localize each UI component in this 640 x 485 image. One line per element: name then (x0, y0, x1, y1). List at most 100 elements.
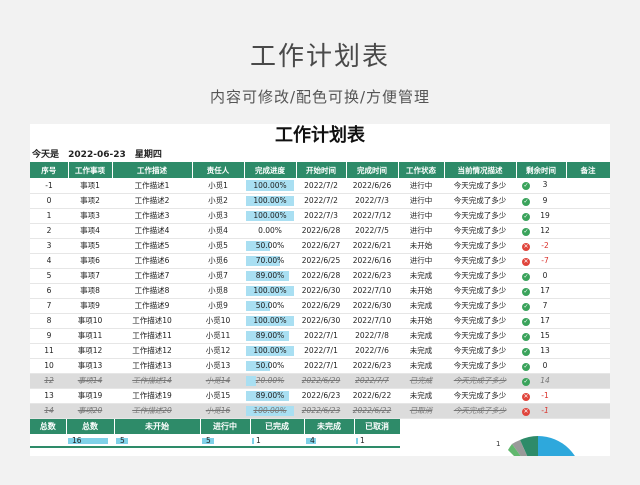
status-cell[interactable]: 未开始 (398, 283, 444, 299)
no-cell[interactable]: 0 (30, 193, 68, 209)
table-row[interactable]: -1 事项1 工作描述1 小觅1 100.00% 2022/7/2 2022/6/26 进行中… (30, 178, 610, 194)
start-cell[interactable]: 2022/6/29 (296, 298, 346, 314)
item-cell[interactable]: 事项1 (68, 178, 112, 194)
note-cell[interactable]: 今天完成了多少 (444, 388, 516, 404)
note-cell[interactable]: 今天完成了多少 (444, 298, 516, 314)
progress-cell[interactable]: 100.00% (244, 343, 296, 359)
desc-cell[interactable]: 工作描述2 (112, 193, 192, 209)
item-cell[interactable]: 事项11 (68, 328, 112, 344)
status-cell[interactable]: 进行中 (398, 193, 444, 209)
remaining-cell[interactable]: ✕ -1 (516, 388, 566, 404)
start-cell[interactable]: 2022/7/1 (296, 328, 346, 344)
item-cell[interactable]: 事项6 (68, 253, 112, 269)
remaining-cell[interactable]: ✓ 7 (516, 298, 566, 314)
desc-cell[interactable]: 工作描述19 (112, 388, 192, 404)
progress-cell[interactable]: 100.00% (244, 208, 296, 224)
note-cell[interactable]: 今天完成了多少 (444, 208, 516, 224)
column-header[interactable]: 序号 (30, 162, 69, 178)
progress-cell[interactable]: 100.00% (244, 193, 296, 209)
table-row[interactable]: 0 事项2 工作描述2 小觅2 100.00% 2022/7/2 2022/7/3 进行中 今天… (30, 193, 610, 209)
remaining-cell[interactable]: ✓ 9 (516, 193, 566, 209)
progress-cell[interactable]: 50.00% (244, 238, 296, 254)
remaining-cell[interactable]: ✓ 17 (516, 283, 566, 299)
column-header[interactable]: 完成时间 (346, 162, 399, 178)
start-cell[interactable]: 2022/6/29 (296, 373, 346, 389)
desc-cell[interactable]: 工作描述7 (112, 268, 192, 284)
start-cell[interactable]: 2022/6/23 (296, 388, 346, 404)
no-cell[interactable]: 13 (30, 388, 68, 404)
note-cell[interactable]: 今天完成了多少 (444, 373, 516, 389)
start-cell[interactable]: 2022/6/30 (296, 313, 346, 329)
end-cell[interactable]: 2022/6/23 (346, 268, 398, 284)
table-row[interactable]: 10 事项13 工作描述13 小觅13 50.00% 2022/7/1 2022/6/23 未… (30, 358, 610, 374)
end-cell[interactable]: 2022/6/21 (346, 238, 398, 254)
status-cell[interactable]: 未完成 (398, 268, 444, 284)
end-cell[interactable]: 2022/7/10 (346, 313, 398, 329)
note-cell[interactable]: 今天完成了多少 (444, 178, 516, 194)
remark-cell[interactable] (566, 223, 610, 239)
start-cell[interactable]: 2022/6/30 (296, 283, 346, 299)
remark-cell[interactable] (566, 388, 610, 404)
status-cell[interactable]: 未完成 (398, 358, 444, 374)
item-cell[interactable]: 事项7 (68, 268, 112, 284)
progress-cell[interactable]: 70.00% (244, 253, 296, 269)
end-cell[interactable]: 2022/6/23 (346, 358, 398, 374)
remaining-cell[interactable]: ✕ -1 (516, 403, 566, 419)
status-cell[interactable]: 未开始 (398, 313, 444, 329)
column-header[interactable]: 开始时间 (296, 162, 347, 178)
item-cell[interactable]: 事项3 (68, 208, 112, 224)
status-cell[interactable]: 已完成 (398, 373, 444, 389)
start-cell[interactable]: 2022/7/2 (296, 178, 346, 194)
remaining-cell[interactable]: ✓ 15 (516, 328, 566, 344)
item-cell[interactable]: 事项8 (68, 283, 112, 299)
desc-cell[interactable]: 工作描述4 (112, 223, 192, 239)
desc-cell[interactable]: 工作描述12 (112, 343, 192, 359)
status-cell[interactable]: 未完成 (398, 298, 444, 314)
remark-cell[interactable] (566, 208, 610, 224)
no-cell[interactable]: 14 (30, 403, 68, 419)
item-cell[interactable]: 事项19 (68, 388, 112, 404)
status-cell[interactable]: 进行中 (398, 178, 444, 194)
remaining-cell[interactable]: ✓ 14 (516, 373, 566, 389)
note-cell[interactable]: 今天完成了多少 (444, 328, 516, 344)
note-cell[interactable]: 今天完成了多少 (444, 238, 516, 254)
status-cell[interactable]: 未完成 (398, 388, 444, 404)
end-cell[interactable]: 2022/7/5 (346, 223, 398, 239)
no-cell[interactable]: 6 (30, 283, 68, 299)
status-cell[interactable]: 进行中 (398, 208, 444, 224)
owner-cell[interactable]: 小觅12 (192, 343, 244, 359)
owner-cell[interactable]: 小觅15 (192, 388, 244, 404)
end-cell[interactable]: 2022/6/16 (346, 253, 398, 269)
desc-cell[interactable]: 工作描述3 (112, 208, 192, 224)
start-cell[interactable]: 2022/6/27 (296, 238, 346, 254)
remark-cell[interactable] (566, 403, 610, 419)
table-row[interactable]: 7 事项9 工作描述9 小觅9 50.00% 2022/6/29 2022/6/30 未完成今… (30, 298, 610, 314)
start-cell[interactable]: 2022/7/3 (296, 208, 346, 224)
table-row[interactable]: 9 事项11 工作描述11 小觅11 89.00% 2022/7/1 2022/7/8 未完成… (30, 328, 610, 344)
owner-cell[interactable]: 小觅8 (192, 283, 244, 299)
no-cell[interactable]: -1 (30, 178, 68, 194)
table-row[interactable]: 12 事项14 工作描述14 小觅14 20.00% 2022/6/29 2022/7/7 已… (30, 373, 610, 389)
column-header[interactable]: 当前情况描述 (444, 162, 517, 178)
note-cell[interactable]: 今天完成了多少 (444, 343, 516, 359)
start-cell[interactable]: 2022/6/28 (296, 223, 346, 239)
no-cell[interactable]: 12 (30, 373, 68, 389)
remaining-cell[interactable]: ✓ 13 (516, 343, 566, 359)
owner-cell[interactable]: 小觅9 (192, 298, 244, 314)
start-cell[interactable]: 2022/7/2 (296, 193, 346, 209)
status-cell[interactable]: 进行中 (398, 223, 444, 239)
progress-cell[interactable]: 100.00% (244, 403, 296, 419)
item-cell[interactable]: 事项5 (68, 238, 112, 254)
item-cell[interactable]: 事项20 (68, 403, 112, 419)
end-cell[interactable]: 2022/7/6 (346, 343, 398, 359)
status-cell[interactable]: 未完成 (398, 343, 444, 359)
remaining-cell[interactable]: ✕ -7 (516, 253, 566, 269)
remark-cell[interactable] (566, 343, 610, 359)
progress-cell[interactable]: 50.00% (244, 298, 296, 314)
item-cell[interactable]: 事项4 (68, 223, 112, 239)
note-cell[interactable]: 今天完成了多少 (444, 268, 516, 284)
remaining-cell[interactable]: ✓ 17 (516, 313, 566, 329)
table-row[interactable]: 2 事项4 工作描述4 小觅4 0.00% 2022/6/28 2022/7/5 进行中 今天完… (30, 223, 610, 239)
desc-cell[interactable]: 工作描述1 (112, 178, 192, 194)
owner-cell[interactable]: 小觅5 (192, 238, 244, 254)
